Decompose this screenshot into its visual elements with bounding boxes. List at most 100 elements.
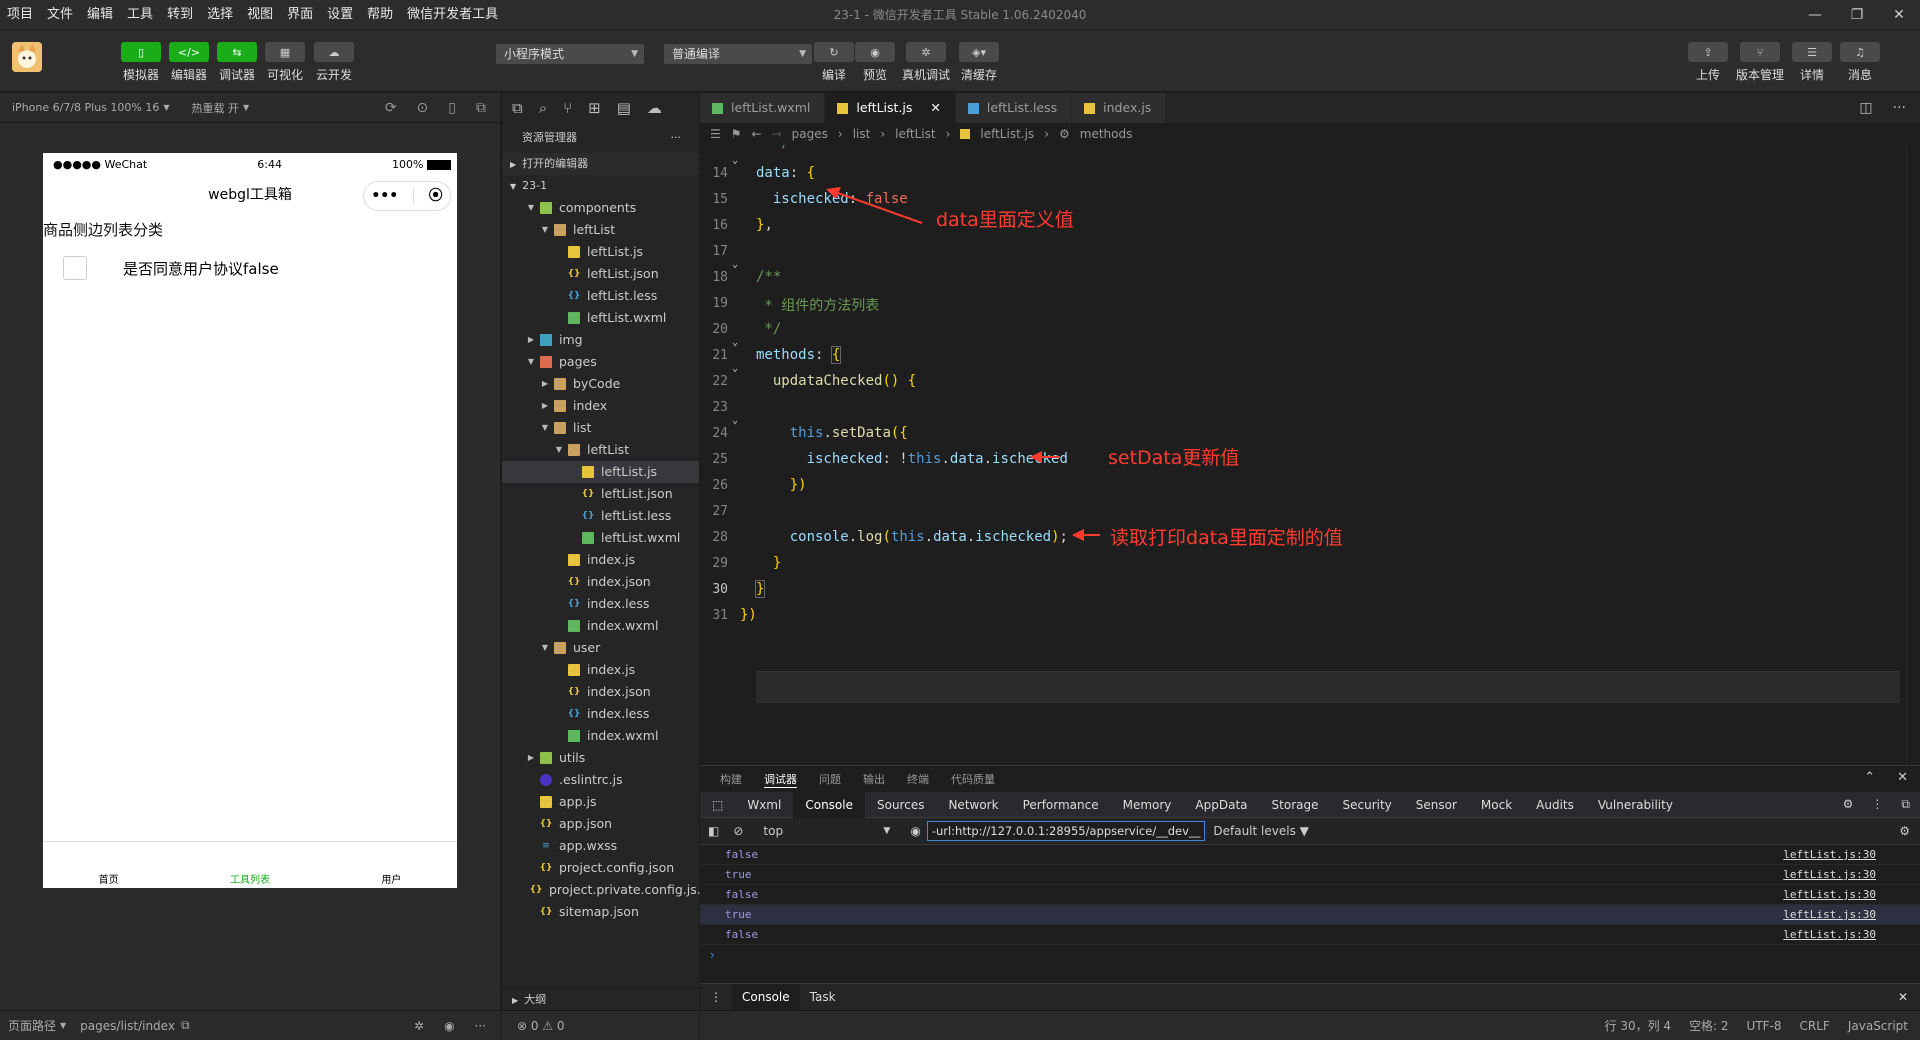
tree-folder[interactable]: ▼ leftList xyxy=(502,219,699,241)
tree-file[interactable]: app.js xyxy=(502,791,699,813)
crumb-list[interactable]: list xyxy=(853,127,871,141)
tree-folder[interactable]: ▼ pages xyxy=(502,351,699,373)
drawer-menu-icon[interactable]: ⋮ xyxy=(700,990,732,1004)
log-source-link[interactable]: leftList.js:30 xyxy=(1783,848,1876,861)
menu-item-7[interactable]: 界面 xyxy=(280,0,320,30)
gear-icon[interactable]: ⚙ xyxy=(1843,797,1854,812)
panel-tab-0[interactable]: 构建 xyxy=(720,771,742,787)
outline-section[interactable]: ▶ 大纲 xyxy=(502,988,699,1010)
device-select[interactable]: iPhone 6/7/8 Plus 100% 16 xyxy=(12,101,159,114)
visual-button[interactable]: ▦ 可视化 xyxy=(262,42,308,83)
clear-cache-button[interactable]: ◈▾ 清缓存 xyxy=(956,42,1002,83)
menu-item-1[interactable]: 文件 xyxy=(40,0,80,30)
devtools-tab-audits[interactable]: Audits xyxy=(1524,792,1586,818)
console-prompt[interactable]: › xyxy=(700,945,1920,965)
inspect-icon[interactable]: ⬚ xyxy=(700,792,735,818)
tree-file[interactable]: {} app.json xyxy=(502,813,699,835)
tab-leftList-js[interactable]: leftList.js ✕ xyxy=(825,93,956,123)
devtools-tab-wxml[interactable]: Wxml xyxy=(735,792,793,818)
editor-button[interactable]: </> 编辑器 xyxy=(166,42,212,83)
compile-button[interactable]: ↻ 编译 xyxy=(811,42,857,83)
tree-file[interactable]: leftList.wxml xyxy=(502,527,699,549)
menu-item-3[interactable]: 工具 xyxy=(120,0,160,30)
popout-icon[interactable]: ⧉ xyxy=(476,100,486,116)
log-levels-select[interactable]: Default levels ▼ xyxy=(1213,824,1309,838)
tree-folder[interactable]: ▶ utils xyxy=(502,747,699,769)
bug-icon[interactable]: ✲ xyxy=(414,1019,424,1033)
devtools-tab-performance[interactable]: Performance xyxy=(1011,792,1111,818)
tab-leftList-less[interactable]: leftList.less xyxy=(955,93,1073,123)
log-source-link[interactable]: leftList.js:30 xyxy=(1783,928,1876,941)
project-root[interactable]: ▼ 23-1 xyxy=(502,175,699,197)
back-icon[interactable]: ← xyxy=(752,127,762,141)
cloud-button[interactable]: ☁ 云开发 xyxy=(311,42,357,83)
panel-tab-3[interactable]: 输出 xyxy=(863,771,885,787)
real-debug-button[interactable]: ✲ 真机调试 xyxy=(902,42,950,83)
more-icon[interactable]: ⋮ xyxy=(1871,797,1883,812)
log-source-link[interactable]: leftList.js:30 xyxy=(1783,888,1876,901)
version-button[interactable]: ⑂ 版本管理 xyxy=(1736,42,1784,83)
forward-icon[interactable]: → xyxy=(772,127,782,141)
tree-file[interactable]: {} project.private.config.js... xyxy=(502,879,709,901)
more-dots-icon[interactable]: ••• xyxy=(371,176,398,216)
agreement-checkbox[interactable] xyxy=(63,256,87,280)
tree-file[interactable]: {} leftList.less xyxy=(502,285,699,307)
devtools-tab-vulnerability[interactable]: Vulnerability xyxy=(1586,792,1685,818)
context-select[interactable]: top xyxy=(763,824,883,838)
devtools-tab-sensor[interactable]: Sensor xyxy=(1404,792,1469,818)
tree-folder[interactable]: ▶ img xyxy=(502,329,699,351)
tree-file[interactable]: {} index.less xyxy=(502,593,699,615)
tree-file[interactable]: index.js xyxy=(502,659,699,681)
more-icon[interactable]: ··· xyxy=(671,123,682,153)
tree-file[interactable]: .eslintrc.js xyxy=(502,769,699,791)
tree-file[interactable]: {} leftList.json xyxy=(502,263,699,285)
editor-scrollbar[interactable] xyxy=(1906,145,1920,765)
menu-item-2[interactable]: 编辑 xyxy=(80,0,120,30)
tab-home[interactable]: 首页 xyxy=(99,871,119,886)
tree-file[interactable]: index.wxml xyxy=(502,725,699,747)
crumb-file[interactable]: leftList.js xyxy=(980,127,1034,141)
upload-button[interactable]: ⇪ 上传 xyxy=(1685,42,1731,83)
devtools-tab-storage[interactable]: Storage xyxy=(1260,792,1331,818)
tab-leftList-wxml[interactable]: leftList.wxml xyxy=(700,93,826,123)
rotate-icon[interactable]: ⟳ xyxy=(385,100,397,116)
cloud-icon[interactable]: ☁ xyxy=(647,99,662,117)
tree-file[interactable]: index.wxml xyxy=(502,615,699,637)
tab-tools[interactable]: 工具列表 xyxy=(230,871,270,886)
search-icon[interactable]: ⌕ xyxy=(539,99,547,117)
tree-folder[interactable]: ▶ index xyxy=(502,395,699,417)
eye-icon[interactable]: ◉ xyxy=(910,824,920,838)
tree-file[interactable]: index.js xyxy=(502,549,699,571)
clear-console-icon[interactable]: ⊘ xyxy=(733,824,743,838)
devtools-tab-appdata[interactable]: AppData xyxy=(1183,792,1259,818)
simulator-button[interactable]: ▯ 模拟器 xyxy=(118,42,164,83)
tree-file[interactable]: {} sitemap.json xyxy=(502,901,699,923)
close-icon[interactable]: ✕ xyxy=(1898,990,1908,1004)
messages-button[interactable]: ♫ 消息 xyxy=(1837,42,1883,83)
preview-button[interactable]: ◉ 预览 xyxy=(852,42,898,83)
panel-tab-4[interactable]: 终端 xyxy=(907,771,929,787)
indent-setting[interactable]: 空格: 2 xyxy=(1689,1017,1729,1034)
tree-file[interactable]: {} index.json xyxy=(502,681,699,703)
agreement-row[interactable]: 是否同意用户协议false xyxy=(63,256,457,280)
hot-reload-toggle[interactable]: 热重载 开 xyxy=(192,100,240,116)
avatar[interactable] xyxy=(12,42,42,72)
minimize-icon[interactable]: — xyxy=(1794,0,1836,30)
tree-folder[interactable]: ▼ leftList xyxy=(502,439,699,461)
details-button[interactable]: ☰ 详情 xyxy=(1789,42,1835,83)
debugger-button[interactable]: ⇆ 调试器 xyxy=(214,42,260,83)
record-icon[interactable]: ⊙ xyxy=(417,100,429,116)
line-ending[interactable]: CRLF xyxy=(1800,1019,1830,1033)
bookmark-icon[interactable]: ⚑ xyxy=(731,127,742,141)
close-circle-icon[interactable]: ⦿ xyxy=(429,176,443,216)
close-tab-icon[interactable]: ✕ xyxy=(930,93,940,123)
devtools-tab-network[interactable]: Network xyxy=(936,792,1010,818)
mode-select[interactable]: 小程序模式 ▼ xyxy=(496,44,644,64)
drawer-tab-console[interactable]: Console xyxy=(732,983,800,1011)
close-icon[interactable]: ✕ xyxy=(1878,0,1920,30)
compile-select[interactable]: 普通编译 ▼ xyxy=(664,44,812,64)
save-icon[interactable]: ▤ xyxy=(617,99,631,117)
devtools-tab-memory[interactable]: Memory xyxy=(1111,792,1184,818)
tree-file[interactable]: {} index.less xyxy=(502,703,699,725)
drawer-tab-task[interactable]: Task xyxy=(800,984,846,1011)
